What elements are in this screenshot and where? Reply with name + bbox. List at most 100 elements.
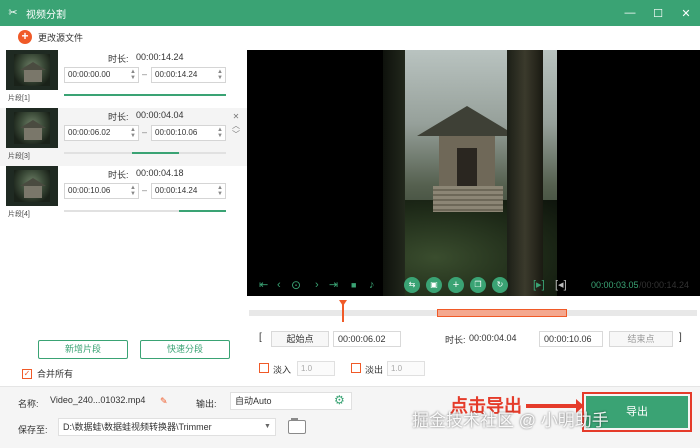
stop-icon[interactable]: ■ (351, 278, 356, 292)
clip-range-track (64, 94, 226, 96)
next-frame-icon[interactable]: › (315, 278, 319, 292)
clip-label: 片段[3] (8, 153, 30, 160)
stepper-icon[interactable]: ▲ ▼ (217, 69, 223, 81)
range-dash: – (142, 69, 148, 79)
clip-end-input[interactable]: 00:00:10.06 ▲ ▼ (151, 125, 226, 141)
merge-all-label: 合并所有 (37, 369, 74, 379)
quick-split-button[interactable]: 快速分段 (140, 340, 230, 359)
plus-icon: + (18, 30, 32, 44)
playhead[interactable] (342, 302, 345, 322)
snapshot-icon[interactable]: ▣ (426, 277, 442, 293)
save-path-field[interactable]: D:\数据蛙\数据蛙视频转换器\Trimmer (58, 418, 276, 436)
stepper-icon[interactable]: ▲ ▼ (217, 127, 223, 139)
clip-thumbnail (6, 108, 58, 148)
chevron-down-icon[interactable]: ▼ (264, 423, 271, 430)
set-end-button[interactable]: 结束点 (609, 331, 673, 347)
playback-controls: ⇤ ‹ ⊙ › ⇥ ■ ♪ ⇆ ▣ + ❐ ↻ [▸] [◂] 00:00:03… (247, 277, 700, 298)
previous-frame-icon[interactable]: ‹ (277, 278, 281, 292)
clip-end-input[interactable]: 00:00:14.24 ▲ ▼ (151, 183, 226, 199)
copy-icon[interactable]: ❐ (470, 277, 486, 293)
file-name-field[interactable]: Video_240...01032.mp4 (46, 392, 172, 410)
range-dash: – (142, 185, 148, 195)
clip-thumbnail (6, 50, 58, 90)
clip-start-input[interactable]: 00:00:10.06 ▲ ▼ (64, 183, 139, 199)
folder-icon[interactable] (288, 418, 306, 434)
move-down-icon[interactable]: ﹀ (231, 130, 241, 139)
clip-start-input[interactable]: 00:00:00.00 ▲ ▼ (64, 67, 139, 83)
segment-range-row: [ 起始点 00:00:06.02 时长: 00:00:04.04 00:00:… (259, 330, 689, 348)
fade-out-checkbox[interactable] (351, 363, 361, 373)
start-bracket-icon: [ (259, 332, 262, 343)
window-controls: — ☐ ✕ (616, 0, 700, 26)
clip-item[interactable]: 片段[3] 时长: 00:00:04.04 00:00:06.02 ▲ ▼ – 0… (0, 108, 247, 166)
fade-out-input[interactable]: 1.0 (387, 361, 425, 376)
clip-thumbnail (6, 166, 58, 206)
mark-start-icon[interactable]: [▸] (533, 278, 545, 292)
move-up-icon[interactable]: ︿ (231, 121, 241, 130)
set-start-button[interactable]: 起始点 (271, 331, 329, 347)
volume-icon[interactable]: ♪ (369, 278, 375, 292)
new-segment-button[interactable]: 新增片段 (38, 340, 128, 359)
change-source-label: 更改源文件 (38, 32, 84, 43)
window-title: 视频分割 (26, 9, 66, 21)
name-label: 名称: (18, 399, 39, 409)
fade-in-label: 淡入 (273, 365, 292, 375)
video-preview[interactable] (247, 50, 700, 296)
end-bracket-icon: ] (679, 332, 682, 343)
segment-start-input[interactable]: 00:00:06.02 (333, 331, 401, 347)
gear-icon[interactable]: ⚙ (334, 393, 345, 407)
total-time: /00:00:14.24 (639, 280, 690, 290)
clip-label: 片段[1] (8, 95, 30, 102)
change-source-button[interactable]: + 更改源文件 (18, 30, 83, 44)
fade-in-checkbox[interactable] (259, 363, 269, 373)
maximize-button[interactable]: ☐ (644, 0, 672, 26)
clip-range-track (64, 210, 226, 212)
fade-in-input[interactable]: 1.0 (297, 361, 335, 376)
title-bar: ✂ 视频分割 — ☐ ✕ (0, 0, 700, 26)
clip-range-fill (132, 152, 179, 154)
merge-all-checkbox[interactable]: ✓ 合并所有 (22, 367, 73, 380)
split-icon[interactable]: ⇆ (404, 277, 420, 293)
timeline-selection[interactable] (437, 309, 568, 317)
fade-row: 淡入 1.0 淡出 1.0 (259, 360, 459, 378)
checkbox-checked-icon: ✓ (22, 368, 32, 379)
timeline[interactable] (249, 300, 697, 322)
clip-label: 片段[4] (8, 211, 30, 218)
clip-item[interactable]: 片段[4] 时长: 00:00:04.18 00:00:10.06 ▲ ▼ – 0… (0, 166, 247, 224)
skip-to-end-icon[interactable]: ⇥ (329, 278, 338, 292)
clip-range-fill (179, 210, 226, 212)
segment-duration-label: 时长: (445, 335, 466, 345)
close-button[interactable]: ✕ (672, 0, 700, 26)
preview-panel: ⇤ ‹ ⊙ › ⇥ ■ ♪ ⇆ ▣ + ❐ ↻ [▸] [◂] 00:00:03… (247, 26, 700, 386)
clip-start-input[interactable]: 00:00:06.02 ▲ ▼ (64, 125, 139, 141)
save-to-label: 保存至: (18, 425, 48, 435)
add-icon[interactable]: + (448, 277, 464, 293)
range-dash: – (142, 127, 148, 137)
stepper-icon[interactable]: ▲ ▼ (130, 185, 136, 197)
segment-buttons: 新增片段 快速分段 (38, 340, 242, 359)
reset-icon[interactable]: ↻ (492, 277, 508, 293)
clip-duration: 00:00:04.04 (136, 110, 184, 120)
clip-end-input[interactable]: 00:00:14.24 ▲ ▼ (151, 67, 226, 83)
watermark: 掘金技术社区 @ 小明助手 (412, 411, 609, 430)
play-icon[interactable]: ⊙ (291, 278, 301, 292)
stepper-icon[interactable]: ▲ ▼ (130, 69, 136, 81)
clip-duration: 00:00:14.24 (136, 52, 184, 62)
stepper-icon[interactable]: ▲ ▼ (217, 185, 223, 197)
clip-item[interactable]: 片段[1] 时长: 00:00:14.24 00:00:00.00 ▲ ▼ – 0… (0, 50, 247, 108)
skip-to-start-icon[interactable]: ⇤ (259, 278, 268, 292)
scissors-icon: ✂ (8, 7, 18, 19)
duration-label: 时长: (108, 54, 129, 64)
clip-side-controls: ✕ ︿ ﹀ (231, 112, 241, 139)
clip-duration: 00:00:04.18 (136, 168, 184, 178)
mark-end-icon[interactable]: [◂] (555, 278, 567, 292)
minimize-button[interactable]: — (616, 0, 644, 26)
edit-icon[interactable]: ✎ (160, 396, 168, 407)
clip-range-track (64, 152, 226, 154)
segment-end-input[interactable]: 00:00:10.06 (539, 331, 603, 347)
stepper-icon[interactable]: ▲ ▼ (130, 127, 136, 139)
clip-list-panel: + 更改源文件 片段[1] 时长: 00:00:14.24 00:00:00.0… (0, 26, 247, 386)
duration-label: 时长: (108, 112, 129, 122)
delete-clip-icon[interactable]: ✕ (231, 112, 241, 121)
clip-range-fill (64, 94, 226, 96)
